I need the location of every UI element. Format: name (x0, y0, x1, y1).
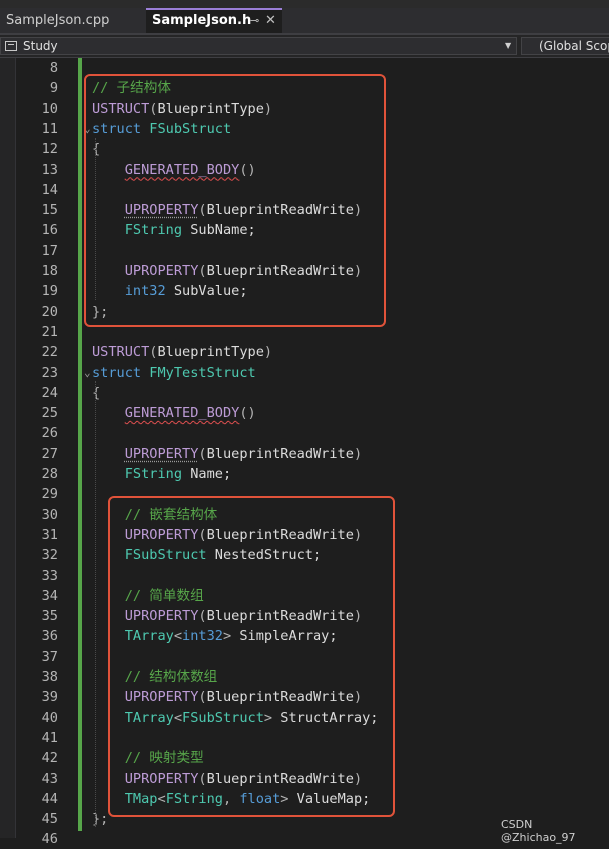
code-editor[interactable]: 8 9// 子结构体 10 USTRUCT(BlueprintType) 11 ⌄ stru… (0, 58, 609, 847)
code-token: USTRUCT (92, 344, 150, 361)
code-token: BlueprintType (157, 344, 264, 361)
line-number: 39 (41, 689, 58, 706)
line-number: 41 (41, 729, 58, 746)
code-text: USTRUCT(BlueprintType) (92, 342, 272, 362)
code-line[interactable]: 26 (0, 423, 609, 443)
line-number: 37 (41, 648, 58, 665)
line-number: 20 (41, 303, 58, 320)
code-token: GENERATED_BODY (124, 405, 240, 422)
tab-label: SampleJson.cpp (6, 13, 110, 28)
code-token: ) (263, 344, 273, 361)
line-number: 38 (41, 669, 58, 685)
code-token: ) (353, 445, 363, 462)
line-number: 16 (41, 222, 58, 239)
document-tab-bar: SampleJson.cpp SampleJson.h ⊸ ✕ (0, 8, 609, 35)
tab-label: SampleJson.h (152, 13, 252, 28)
line-number: 22 (41, 344, 58, 361)
code-line[interactable]: 23 ⌄ struct FMyTestStruct (0, 363, 609, 383)
line-number: 45 (41, 811, 58, 828)
line-number: 21 (41, 323, 58, 340)
line-number: 46 (41, 831, 58, 848)
line-number: 31 (41, 526, 58, 543)
line-number: 8 (49, 60, 58, 76)
scope-dropdown[interactable]: (Global Scope) (521, 37, 609, 55)
line-number: 43 (41, 770, 58, 787)
chevron-down-icon: ▼ (505, 41, 512, 50)
code-line[interactable]: 27 UPROPERTY(BlueprintReadWrite) (0, 444, 609, 464)
highlight-box-nested-members (108, 496, 395, 817)
code-line[interactable]: 25 GENERATED_BODY() (0, 403, 609, 423)
line-number: 23 (41, 364, 58, 381)
line-number: 44 (41, 790, 58, 807)
line-number: 17 (41, 242, 58, 259)
fold-toggle-icon[interactable]: ⌄ (84, 363, 91, 383)
code-line[interactable]: 28 FString Name; (0, 464, 609, 484)
line-number: 30 (41, 506, 58, 523)
line-number: 36 (41, 628, 58, 645)
code-text: FString Name; (92, 464, 231, 484)
line-number: 42 (41, 750, 58, 767)
indent-guide (95, 381, 97, 827)
watermark: CSDN @Zhichao_97 (501, 818, 576, 844)
code-line[interactable]: 24{ (0, 383, 609, 403)
project-icon (5, 41, 17, 51)
code-token: UPROPERTY (124, 445, 199, 462)
code-token: () (239, 405, 256, 422)
code-token: FString (124, 466, 183, 482)
line-number: 13 (41, 161, 58, 178)
project-label: Study (23, 39, 58, 53)
line-number: 29 (41, 486, 58, 503)
code-text: GENERATED_BODY() (92, 403, 256, 423)
line-number: 18 (41, 263, 58, 279)
code-token: Name; (182, 466, 232, 482)
line-number: 34 (41, 587, 58, 604)
code-text: struct FMyTestStruct (92, 363, 256, 383)
line-number: 14 (41, 181, 58, 198)
code-text: UPROPERTY(BlueprintReadWrite) (92, 444, 362, 464)
code-token: FMyTestStruct (149, 364, 256, 381)
code-token: ( (198, 445, 207, 462)
line-number: 32 (41, 547, 58, 564)
line-number: 35 (41, 608, 58, 625)
tab-samplejson-cpp[interactable]: SampleJson.cpp (0, 8, 144, 33)
line-number: 33 (41, 567, 58, 584)
line-number: 11 (41, 120, 58, 137)
tab-samplejson-h[interactable]: SampleJson.h ⊸ ✕ (146, 8, 282, 33)
close-icon[interactable]: ✕ (265, 10, 276, 32)
line-number: 12 (41, 141, 58, 158)
line-number: 19 (41, 283, 58, 300)
code-token: BlueprintReadWrite (206, 445, 354, 462)
line-number: 27 (41, 445, 58, 462)
line-number: 9 (49, 80, 58, 97)
line-number: 40 (41, 709, 58, 726)
line-number: 25 (41, 405, 58, 422)
window-top-strip (0, 0, 609, 8)
line-number: 26 (41, 425, 58, 442)
pin-icon[interactable]: ⊸ (250, 10, 259, 32)
line-number: 24 (41, 384, 58, 401)
project-dropdown[interactable]: Study ▼ (0, 37, 517, 55)
highlight-box-substruct (84, 74, 386, 327)
scope-label: (Global Scope) (539, 39, 609, 53)
line-number: 28 (41, 466, 58, 482)
line-number: 10 (41, 100, 58, 117)
code-token: struct (92, 364, 150, 381)
line-number: 15 (41, 202, 58, 219)
navigation-bar: Study ▼ (Global Scope) (0, 35, 609, 58)
code-line[interactable]: 22 USTRUCT(BlueprintType) (0, 342, 609, 362)
